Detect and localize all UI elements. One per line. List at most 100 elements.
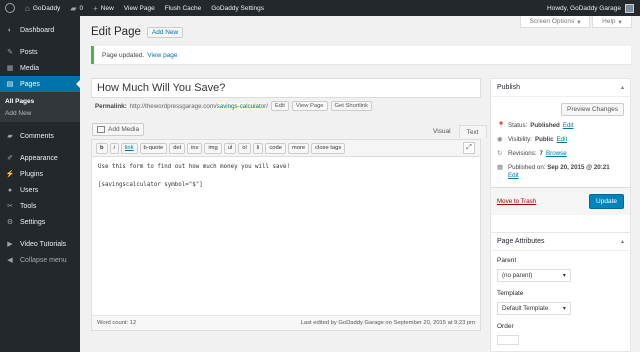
preview-changes-button[interactable]: Preview Changes — [561, 103, 624, 116]
submenu-add-new[interactable]: Add New — [0, 107, 80, 119]
permalink-row: Permalink: http://thewordpressgarage.com… — [95, 101, 373, 111]
browse-revisions-link[interactable]: Browse — [546, 150, 567, 158]
published-on-label: Published on: — [508, 164, 546, 171]
quicktags-toolbar: b i link b-quote del ins img ul ol li co… — [92, 140, 480, 157]
tab-visual[interactable]: Visual — [425, 125, 459, 138]
menu-dashboard[interactable]: ◐ Dashboard — [0, 22, 80, 38]
menu-comments[interactable]: ▰ Comments — [0, 128, 80, 144]
qt-link-button[interactable]: link — [120, 142, 138, 154]
menu-label: Pages — [20, 80, 40, 88]
comment-icon: ▰ — [7, 133, 13, 140]
new-label: New — [100, 4, 114, 12]
parent-select[interactable]: (no parent) ▾ — [497, 269, 571, 282]
view-page-link[interactable]: View Page — [119, 0, 160, 16]
permalink-base: http://thewordpressgarage.com/ — [129, 102, 217, 110]
visibility-row: ◉ Visibility: Public Edit — [491, 133, 630, 147]
order-label: Order — [497, 323, 514, 330]
menu-label: Settings — [20, 218, 46, 226]
plus-icon: + — [93, 3, 98, 13]
menu-posts[interactable]: ✎ Posts — [0, 44, 80, 60]
menu-users[interactable]: ● Users — [0, 182, 80, 198]
menu-plugins[interactable]: ⚡ Plugins — [0, 166, 80, 182]
submenu-all-pages[interactable]: All Pages — [0, 95, 80, 107]
menu-pages[interactable]: ▤ Pages — [0, 76, 80, 92]
help-button[interactable]: Help ▾ — [592, 16, 632, 28]
calendar-icon: ▦ — [497, 164, 504, 171]
visibility-value: Public — [534, 136, 554, 143]
qt-img-button[interactable]: img — [204, 142, 222, 154]
move-to-trash-link[interactable]: Move to Trash — [497, 198, 536, 205]
qt-italic-button[interactable]: i — [109, 142, 119, 154]
menu-video-tutorials[interactable]: ▶ Video Tutorials — [0, 236, 80, 252]
qt-bold-button[interactable]: b — [96, 142, 108, 154]
flush-cache-link[interactable]: Flush Cache — [160, 0, 207, 16]
comments-link[interactable]: ▰ 0 — [65, 0, 88, 16]
revisions-row: ↻ Revisions: 7 Browse — [491, 147, 630, 161]
menu-appearance[interactable]: ✐ Appearance — [0, 150, 80, 166]
publish-box-header[interactable]: Publish ▴ — [491, 79, 630, 97]
qt-more-button[interactable]: more — [287, 142, 310, 154]
site-name-link[interactable]: ⌂ GoDaddy — [20, 0, 65, 16]
qt-close-tags-button[interactable]: close tags — [311, 142, 346, 154]
screen-options-button[interactable]: Screen Options ▾ — [520, 16, 590, 28]
qt-code-button[interactable]: code — [265, 142, 286, 154]
revisions-icon: ↻ — [497, 150, 503, 157]
page-attributes-header[interactable]: Page Attributes ▴ — [491, 233, 630, 251]
get-shortlink-button[interactable]: Get Shortlink — [330, 101, 373, 111]
add-media-button[interactable]: Add Media — [92, 123, 145, 136]
pages-submenu: All Pages Add New — [0, 92, 80, 122]
view-page-link[interactable]: View page — [147, 52, 177, 59]
qt-blockquote-button[interactable]: b-quote — [139, 142, 168, 154]
qt-ins-button[interactable]: ins — [186, 142, 203, 154]
publish-title: Publish — [497, 84, 520, 91]
menu-label: Appearance — [20, 154, 58, 162]
edit-permalink-button[interactable]: Edit — [270, 101, 289, 111]
add-new-button[interactable]: Add New — [146, 26, 184, 38]
edit-status-link[interactable]: Edit — [563, 122, 574, 130]
my-account-menu[interactable]: Howdy, GoDaddy Garage — [547, 3, 640, 13]
parent-value: (no parent) — [502, 272, 533, 279]
collapse-arrow-icon: ▴ — [620, 239, 624, 245]
screen-options-label: Screen Options — [529, 18, 575, 25]
status-label: Status: — [508, 122, 528, 129]
qt-li-button[interactable]: li — [252, 142, 264, 154]
qt-ol-button[interactable]: ol — [238, 142, 251, 154]
content-line: [savingscalculator symbol="$"] — [98, 182, 203, 188]
publish-box: Publish ▴ Preview Changes 📍 Status: Publish… — [490, 78, 631, 250]
tab-text[interactable]: Text — [458, 125, 487, 138]
revisions-label: Revisions: — [508, 150, 537, 157]
qt-del-button[interactable]: del — [169, 142, 185, 154]
admin-bar: ⌂ GoDaddy ▰ 0 + New View Page Flush Cache G… — [0, 0, 640, 16]
order-input[interactable] — [497, 335, 519, 345]
menu-label: Media — [20, 64, 40, 72]
editor-tabs: Visual Text — [425, 125, 487, 138]
update-button[interactable]: Update — [589, 194, 624, 209]
revisions-value: 7 — [539, 150, 543, 157]
view-page-button[interactable]: View Page — [291, 101, 328, 111]
edit-visibility-link[interactable]: Edit — [557, 136, 568, 144]
menu-tools[interactable]: ✂ Tools — [0, 198, 80, 214]
media-icon: ▦ — [6, 65, 14, 72]
menu-media[interactable]: ▦ Media — [0, 60, 80, 76]
qt-ul-button[interactable]: ul — [223, 142, 237, 154]
collapse-menu-button[interactable]: ◀ Collapse menu — [0, 252, 80, 268]
permalink-slug: savings-calculator — [216, 102, 267, 110]
godaddy-settings-link[interactable]: GoDaddy Settings — [206, 0, 269, 16]
editor-status-bar: Word count: 12 Last edited by GoDaddy Ga… — [92, 315, 480, 330]
menu-settings[interactable]: ⚙ Settings — [0, 214, 80, 230]
wordpress-logo-icon — [5, 3, 15, 13]
page-icon: ▤ — [6, 81, 14, 88]
eye-icon: ◉ — [497, 136, 503, 143]
template-value: Default Template — [502, 305, 549, 312]
page-title: Edit Page — [91, 26, 141, 38]
new-content-link[interactable]: + New — [88, 0, 119, 16]
fullscreen-icon[interactable]: ⤢ — [463, 142, 475, 154]
template-select[interactable]: Default Template ▾ — [497, 302, 571, 315]
editor-textarea[interactable]: Use this form to find out how much money… — [92, 157, 480, 196]
post-title-input[interactable]: How Much Will You Save? — [91, 78, 481, 98]
settings-icon: ⚙ — [6, 219, 14, 226]
wp-logo-menu[interactable] — [0, 0, 20, 16]
notice-text: Page updated. — [102, 51, 145, 59]
edit-date-link[interactable]: Edit — [508, 172, 519, 179]
permalink-url[interactable]: http://thewordpressgarage.com/savings-ca… — [129, 102, 268, 110]
